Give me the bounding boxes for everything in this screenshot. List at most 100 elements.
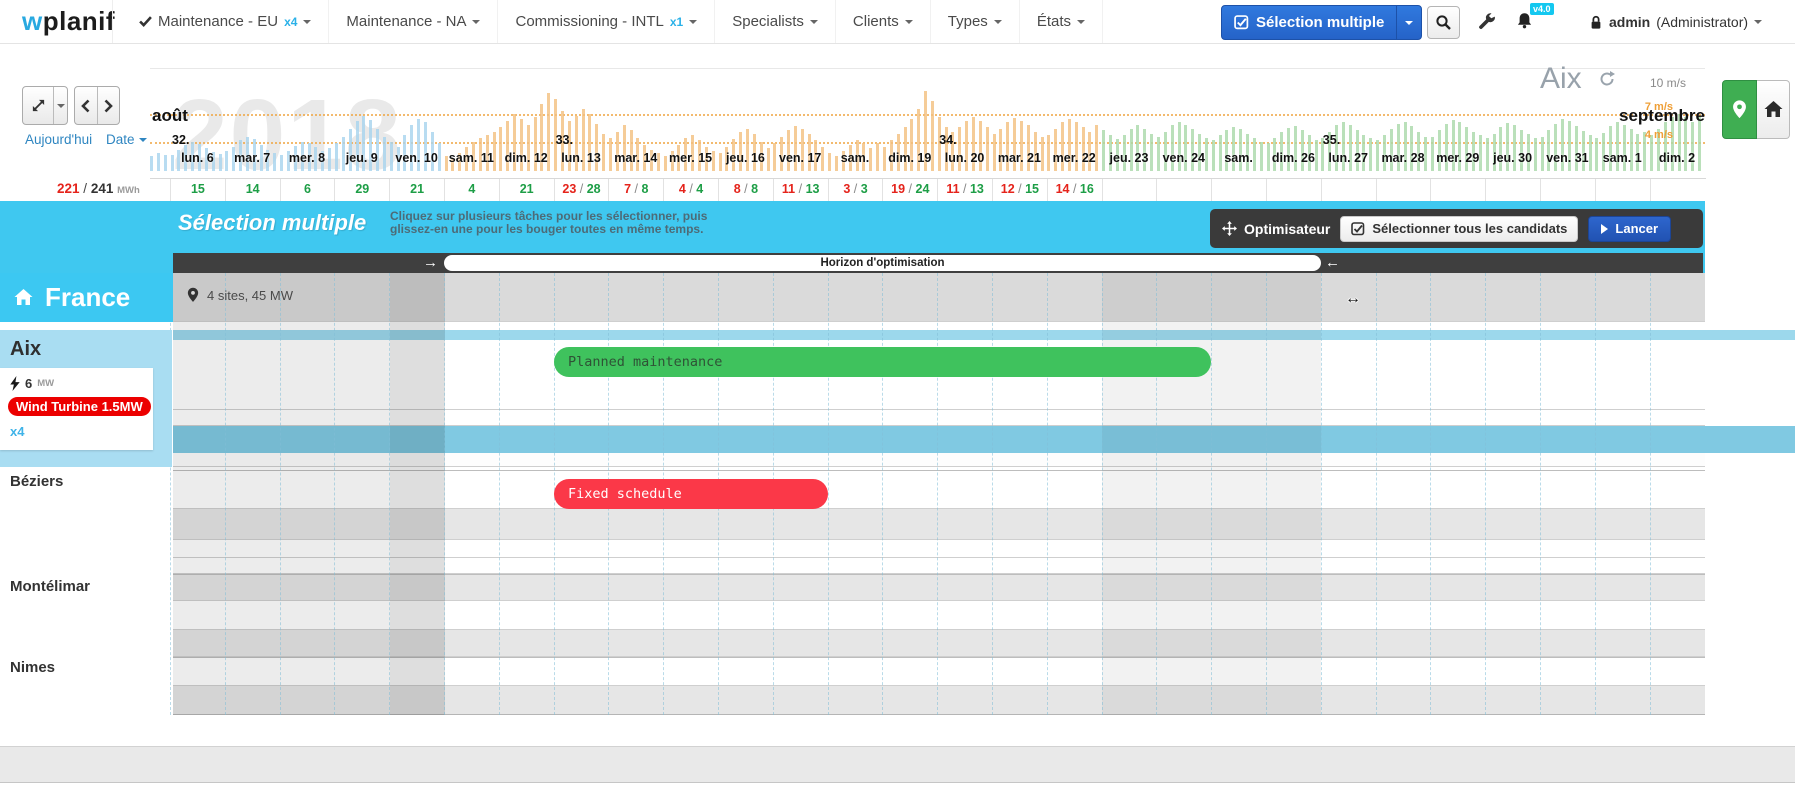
wind-bar	[219, 154, 222, 171]
wind-bar	[540, 104, 543, 171]
task-planned-maintenance[interactable]: Planned maintenance	[554, 347, 1211, 377]
sidebar-site-nimes[interactable]: Nimes	[10, 659, 55, 676]
check-icon	[139, 16, 152, 27]
zoom-range-main[interactable]	[23, 87, 53, 124]
nav-item-maintenance-eu[interactable]: Maintenance - EUx4	[122, 0, 329, 43]
user-name: admin	[1609, 14, 1650, 30]
search-button[interactable]	[1427, 6, 1460, 39]
turbine-badge[interactable]: Wind Turbine 1.5MW	[8, 397, 151, 416]
zoom-range-button[interactable]	[22, 86, 68, 125]
wind-bar	[1205, 138, 1208, 171]
gantt-row-montelimar-1[interactable]	[173, 574, 1705, 601]
wind-bar	[636, 138, 639, 171]
gantt-row-aix-2[interactable]	[173, 410, 1705, 426]
select-all-candidates-button[interactable]: Sélectionner tous les candidats	[1340, 216, 1578, 242]
map-view-button[interactable]	[1722, 80, 1757, 139]
day-value-cell	[1102, 179, 1157, 201]
wind-bar	[1534, 138, 1537, 171]
wind-bar	[513, 114, 516, 171]
selection-multiple-button[interactable]: Sélection multiple	[1221, 5, 1422, 40]
wind-bar	[1239, 129, 1242, 171]
horizon-start-arrow[interactable]: →	[423, 253, 438, 273]
wind-bar	[760, 142, 763, 171]
gantt-row-france[interactable]	[173, 273, 1705, 322]
sidebar-country-france[interactable]: France	[0, 273, 173, 322]
wind-bar	[1691, 122, 1694, 171]
wind-bar	[1452, 120, 1455, 171]
day-value-cell: 23 / 28	[554, 179, 609, 201]
selection-multiple-caret[interactable]	[1396, 6, 1421, 39]
wind-bar	[849, 145, 852, 171]
nav-item-badge: x1	[670, 15, 683, 29]
gantt-row-gap[interactable]	[173, 558, 1705, 574]
wind-bar	[842, 151, 845, 171]
wind-bar	[1602, 133, 1605, 171]
timeline-nav-group	[74, 86, 120, 125]
gantt-row-montelimar-2[interactable]	[173, 601, 1705, 630]
wind-bar	[1034, 132, 1037, 171]
zoom-range-caret[interactable]	[53, 87, 67, 124]
sidebar-site-aix[interactable]: Aix 6 MW Wind Turbine 1.5MW x4	[0, 330, 172, 467]
wind-bar	[1417, 132, 1420, 171]
wind-bar	[184, 145, 187, 171]
date-dropdown[interactable]: Date	[106, 132, 147, 147]
gantt-row-nimes-2[interactable]	[173, 686, 1705, 715]
aix-summary-band	[173, 426, 1795, 453]
nav-item-clients[interactable]: Clients	[836, 0, 931, 43]
gantt-row-aix-3[interactable]	[173, 453, 1705, 467]
day-value-cell: 4	[444, 179, 499, 201]
wind-bar	[383, 137, 386, 171]
wind-bar	[787, 130, 790, 171]
selection-multiple-main[interactable]: Sélection multiple	[1222, 6, 1396, 39]
settings-button[interactable]	[1478, 12, 1496, 35]
wind-bar	[260, 145, 263, 171]
wind-bar	[376, 129, 379, 171]
home-view-button[interactable]	[1757, 80, 1790, 139]
sidebar-site-montelimar[interactable]: Montélimar	[10, 578, 90, 595]
nav-item-types[interactable]: Types	[931, 0, 1020, 43]
wind-bar	[828, 153, 831, 171]
selection-multiple-label: Sélection multiple	[1256, 14, 1384, 31]
user-menu[interactable]: admin (Administrator)	[1589, 0, 1762, 43]
wind-bar	[938, 117, 941, 171]
wind-bar	[1308, 135, 1311, 171]
wind-bar	[1369, 138, 1372, 171]
nav-item--tats[interactable]: États	[1020, 0, 1103, 43]
wind-bar	[993, 134, 996, 171]
gantt-row-montelimar-3[interactable]	[173, 630, 1705, 657]
wind-bar	[630, 130, 633, 171]
nav-item-commissioning-intl[interactable]: Commissioning - INTLx1	[498, 0, 715, 43]
app-logo[interactable]: wplanif	[22, 6, 115, 37]
wind-bar	[650, 150, 653, 171]
gantt-row-beziers-3[interactable]	[173, 540, 1705, 558]
wind-bar	[1472, 132, 1475, 171]
gantt-row-nimes-1[interactable]	[173, 657, 1705, 686]
today-link[interactable]: Aujourd'hui	[25, 132, 92, 147]
sidebar-site-beziers[interactable]: Béziers	[10, 473, 63, 490]
next-button[interactable]	[97, 87, 120, 124]
day-value-cell: 19 / 24	[882, 179, 937, 201]
site-power: 6 MW	[10, 376, 54, 391]
day-value-cell	[1595, 179, 1650, 201]
task-fixed-schedule[interactable]: Fixed schedule	[554, 479, 828, 509]
horizon-end-arrow[interactable]: ←	[1325, 253, 1340, 273]
launch-button[interactable]: Lancer	[1588, 216, 1671, 242]
wind-bar	[979, 121, 982, 171]
wind-bar	[931, 101, 934, 171]
day-value-cell: 8 / 8	[718, 179, 773, 201]
logo-separator	[112, 0, 113, 43]
wind-bar	[1520, 130, 1523, 171]
wind-forecast-chart[interactable]: 2018 7 m/s 4 m/s	[150, 68, 1705, 171]
nav-item-badge: x4	[284, 15, 297, 29]
nav-item-maintenance-na[interactable]: Maintenance - NA	[329, 0, 498, 43]
refresh-icon[interactable]	[1598, 70, 1616, 88]
gantt-row-beziers-2[interactable]	[173, 509, 1705, 540]
day-value-cell: 11 / 13	[937, 179, 992, 201]
notifications-button[interactable]	[1516, 12, 1533, 34]
chevron-down-icon	[689, 20, 697, 24]
wind-bar	[349, 129, 352, 171]
nav-item-specialists[interactable]: Specialists	[715, 0, 836, 43]
prev-button[interactable]	[75, 87, 97, 124]
gantt-row-beziers-1[interactable]	[173, 470, 1705, 509]
horizon-pill[interactable]: Horizon d'optimisation	[444, 255, 1321, 271]
